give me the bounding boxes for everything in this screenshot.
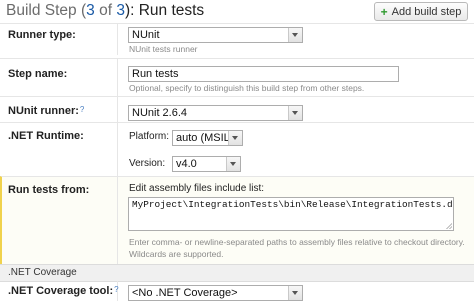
version-label: Version:	[129, 158, 166, 169]
column-divider	[117, 59, 118, 97]
assembly-note-line2: Wildcards are supported.	[129, 249, 224, 259]
platform-select[interactable]: auto (MSIL)	[172, 130, 243, 146]
title-suffix: ): Run tests	[124, 2, 205, 19]
runner-type-select[interactable]: NUnit	[128, 27, 303, 43]
platform-value: auto (MSIL)	[176, 132, 234, 144]
runner-type-note: NUnit tests runner	[129, 44, 198, 54]
net-runtime-label: .NET Runtime:	[8, 130, 84, 142]
step-of: of	[94, 2, 117, 19]
help-icon[interactable]: ?	[80, 105, 84, 114]
version-value: v4.0	[176, 158, 197, 170]
chevron-down-icon[interactable]	[226, 157, 240, 171]
chevron-down-icon[interactable]	[288, 106, 302, 120]
runner-type-row: Runner type: NUnit NUnit tests runner	[0, 23, 474, 55]
coverage-tool-select[interactable]: <No .NET Coverage>	[128, 285, 303, 301]
net-runtime-row: .NET Runtime: Platform: auto (MSIL) Vers…	[0, 122, 474, 177]
step-total: 3	[116, 2, 125, 19]
runner-type-label: Runner type:	[8, 29, 76, 41]
nunit-runner-row: NUnit runner:? NUnit 2.6.4	[0, 96, 474, 123]
help-icon[interactable]: ?	[114, 285, 118, 294]
add-icon: +	[380, 4, 388, 19]
platform-label: Platform:	[129, 131, 170, 142]
column-divider	[117, 123, 118, 177]
nunit-runner-select[interactable]: NUnit 2.6.4	[128, 105, 303, 121]
column-divider	[117, 24, 118, 55]
coverage-tool-label-text: .NET Coverage tool:	[8, 285, 114, 297]
add-build-step-label: Add build step	[391, 5, 462, 18]
step-name-note: Optional, specify to distinguish this bu…	[129, 83, 365, 93]
step-current: 3	[86, 2, 95, 19]
coverage-tool-label: .NET Coverage tool:?	[8, 285, 119, 297]
coverage-tool-row: .NET Coverage tool:? <No .NET Coverage>	[0, 281, 474, 301]
step-name-row: Step name: Run tests Optional, specify t…	[0, 58, 474, 97]
page-title: Build Step (3 of 3): Run tests	[6, 2, 204, 20]
column-divider	[117, 97, 118, 123]
nunit-runner-value: NUnit 2.6.4	[132, 107, 188, 119]
add-build-step-button[interactable]: + Add build step	[374, 2, 468, 21]
assembly-files-value: MyProject\IntegrationTests\bin\Release\I…	[132, 199, 454, 210]
chevron-down-icon[interactable]	[228, 131, 242, 145]
coverage-section-header: .NET Coverage	[0, 264, 474, 282]
nunit-runner-label: NUnit runner:?	[8, 105, 84, 117]
title-prefix: Build Step (	[6, 2, 87, 19]
assembly-note-line1: Enter comma- or newline-separated paths …	[129, 237, 465, 247]
runner-type-value: NUnit	[132, 29, 160, 41]
edit-assembly-label: Edit assembly files include list:	[129, 183, 265, 194]
resize-grip-icon[interactable]	[446, 223, 452, 229]
assembly-files-textarea[interactable]: MyProject\IntegrationTests\bin\Release\I…	[128, 197, 454, 231]
version-select[interactable]: v4.0	[172, 156, 241, 172]
coverage-section-title: .NET Coverage	[8, 267, 77, 278]
step-name-label: Step name:	[8, 68, 68, 80]
chevron-down-icon[interactable]	[288, 28, 302, 42]
chevron-down-icon[interactable]	[288, 286, 302, 300]
run-tests-from-label: Run tests from:	[8, 184, 90, 196]
column-divider	[117, 177, 118, 265]
nunit-runner-label-text: NUnit runner:	[8, 105, 79, 117]
coverage-tool-value: <No .NET Coverage>	[132, 287, 238, 299]
step-name-input[interactable]: Run tests	[128, 66, 399, 82]
